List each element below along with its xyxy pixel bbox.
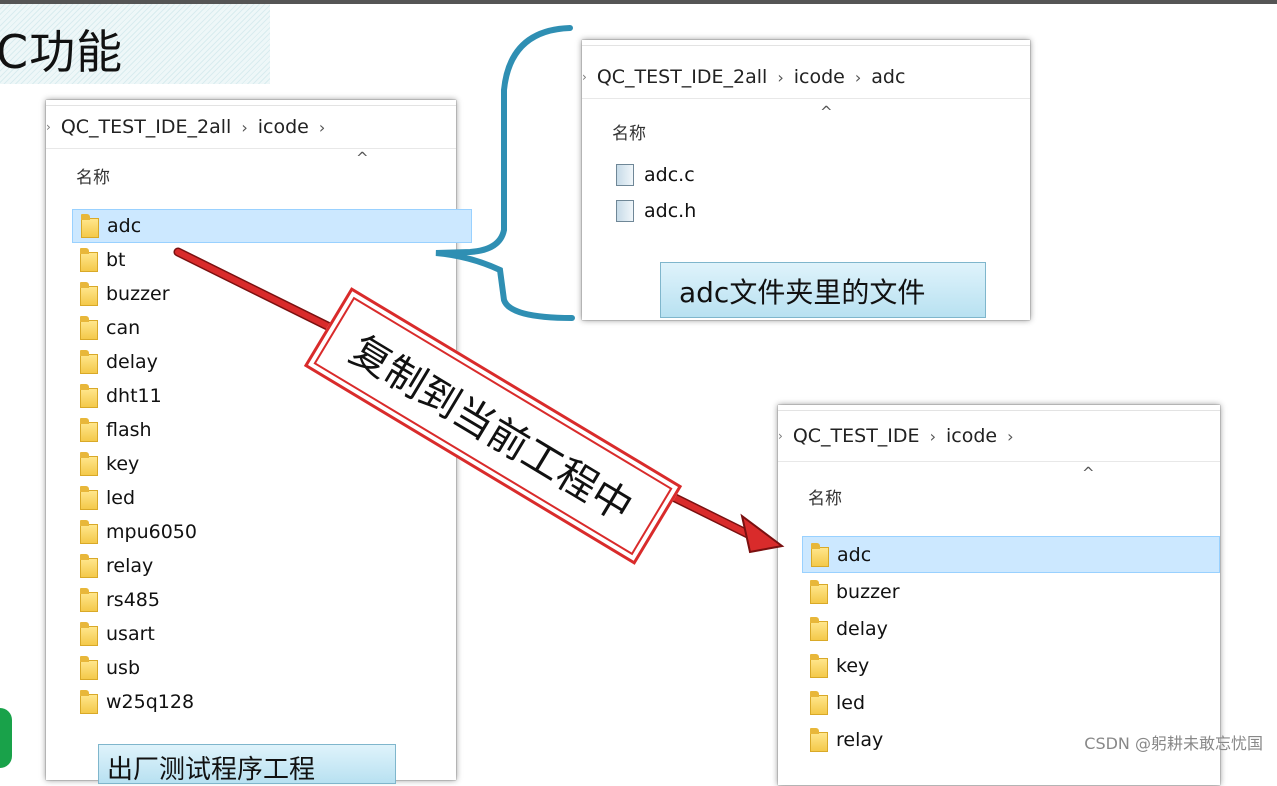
ribbon-strip <box>778 405 1220 411</box>
list-item[interactable]: relay <box>72 549 456 583</box>
column-header-label: 名称 <box>612 124 646 144</box>
list-item[interactable]: usb <box>72 651 456 685</box>
current-project-explorer-window: › QC_TEST_IDE › icode › 名称 ^ adc buzzer … <box>778 405 1220 785</box>
list-item[interactable]: delay <box>802 610 1220 647</box>
bracket-shape <box>435 25 575 321</box>
breadcrumb-item[interactable]: icode <box>258 116 309 138</box>
callout-adc-files: adc文件夹里的文件 <box>660 262 986 318</box>
folder-icon <box>80 248 98 272</box>
column-header-name[interactable]: 名称 ^ <box>582 99 1030 147</box>
folder-icon <box>80 622 98 646</box>
folder-icon <box>80 452 98 476</box>
breadcrumb[interactable]: › QC_TEST_IDE_2all › icode › adc <box>582 52 1030 98</box>
breadcrumb-item[interactable]: QC_TEST_IDE_2all <box>61 116 232 138</box>
list-item[interactable]: adc.h <box>614 193 1030 229</box>
folder-icon <box>80 486 98 510</box>
list-item[interactable]: mpu6050 <box>72 515 456 549</box>
left-explorer-window: › QC_TEST_IDE_2all › icode › 名称 ^ adc bt… <box>46 100 472 780</box>
ribbon-strip <box>582 40 1030 46</box>
folder-icon <box>810 579 828 604</box>
text-file-icon <box>614 198 636 224</box>
list-item[interactable]: bt <box>72 243 456 277</box>
list-item[interactable]: key <box>72 447 456 481</box>
file-list: adc bt buzzer can delay dht11 flash key … <box>46 201 472 719</box>
folder-icon <box>80 418 98 442</box>
folder-icon <box>80 656 98 680</box>
folder-icon <box>80 588 98 612</box>
text-file-icon <box>614 162 636 188</box>
list-item[interactable]: led <box>72 481 456 515</box>
folder-icon <box>80 282 98 306</box>
slide-title: C功能 <box>0 25 124 79</box>
folder-icon <box>811 542 829 567</box>
breadcrumb-item[interactable]: adc <box>871 66 905 88</box>
list-item[interactable]: buzzer <box>802 573 1220 610</box>
folder-icon <box>80 520 98 544</box>
slide-title-box: C功能 <box>0 4 270 84</box>
list-item[interactable]: buzzer <box>72 277 456 311</box>
list-item[interactable]: usart <box>72 617 456 651</box>
sort-ascending-icon: ^ <box>1082 464 1095 482</box>
chevron-right-icon: › <box>777 67 784 87</box>
chevron-right-icon: › <box>854 67 862 87</box>
breadcrumb-item[interactable]: QC_TEST_IDE_2all <box>597 66 768 88</box>
chevron-right-icon: › <box>318 117 326 137</box>
folder-icon <box>81 214 99 238</box>
callout-factory-project: 出厂测试程序工程 <box>98 744 396 785</box>
list-item[interactable]: key <box>802 647 1220 684</box>
watermark: CSDN @躬耕未敢忘忧国 <box>1084 734 1263 753</box>
breadcrumb[interactable]: › QC_TEST_IDE_2all › icode › <box>46 112 456 142</box>
list-item[interactable]: w25q128 <box>72 685 456 719</box>
folder-icon <box>80 316 98 340</box>
chevron-right-icon: › <box>929 426 936 446</box>
file-list: adc buzzer delay key led relay <box>778 512 1220 758</box>
column-header-name[interactable]: 名称 ^ <box>778 462 1220 512</box>
column-header-name[interactable]: 名称 ^ <box>46 149 456 201</box>
list-item[interactable]: adc <box>802 536 1220 573</box>
folder-icon <box>80 350 98 374</box>
breadcrumb-item[interactable]: QC_TEST_IDE <box>793 425 920 447</box>
chevron-right-icon: › <box>778 429 783 443</box>
folder-icon <box>80 554 98 578</box>
chevron-right-icon: › <box>46 120 51 134</box>
column-header-label: 名称 <box>76 168 110 188</box>
breadcrumb-item[interactable]: icode <box>794 66 845 88</box>
folder-icon <box>810 653 828 678</box>
chevron-right-icon: › <box>582 70 587 84</box>
folder-icon <box>810 727 828 752</box>
list-item[interactable]: adc.c <box>614 157 1030 193</box>
column-header-label: 名称 <box>808 489 842 509</box>
folder-icon <box>80 384 98 408</box>
arrowhead-shape <box>740 513 785 554</box>
list-item[interactable]: rs485 <box>72 583 456 617</box>
chevron-right-icon: › <box>1007 426 1014 446</box>
folder-icon <box>810 690 828 715</box>
file-list: adc.c adc.h <box>582 147 1030 229</box>
sort-ascending-icon: ^ <box>356 149 369 167</box>
side-tab <box>0 708 12 768</box>
breadcrumb[interactable]: › QC_TEST_IDE › icode › <box>778 417 1220 453</box>
list-item[interactable]: adc <box>72 209 472 243</box>
ribbon-strip <box>46 100 456 106</box>
breadcrumb-item[interactable]: icode <box>946 425 997 447</box>
chevron-right-icon: › <box>241 117 248 137</box>
folder-icon <box>80 690 98 714</box>
folder-icon <box>810 616 828 641</box>
list-item[interactable]: led <box>802 684 1220 721</box>
sort-ascending-icon: ^ <box>820 103 833 121</box>
